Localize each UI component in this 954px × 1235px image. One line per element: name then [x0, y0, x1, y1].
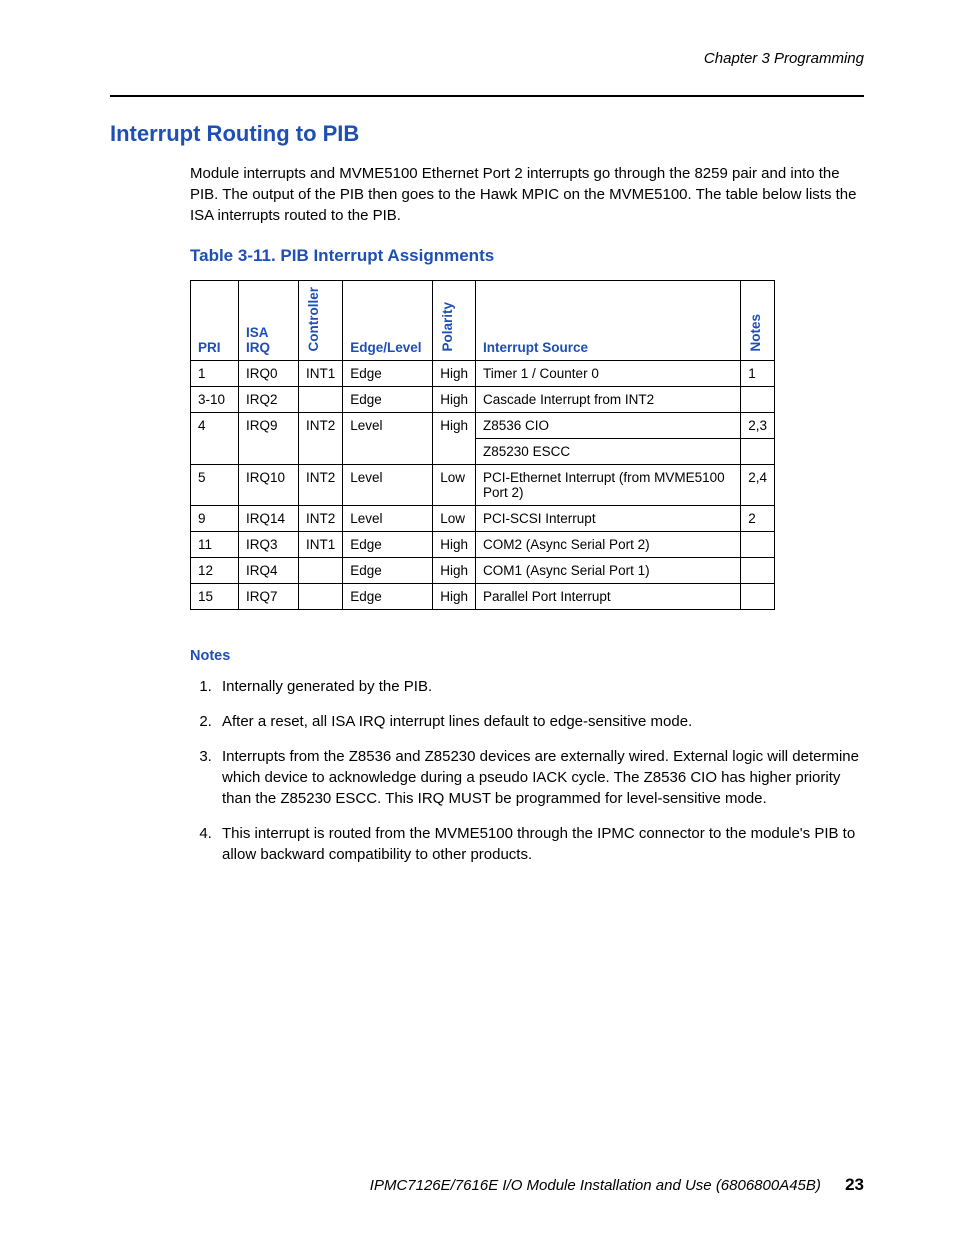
cell-src: COM1 (Async Serial Port 1): [476, 558, 741, 584]
cell-pol: High: [433, 532, 476, 558]
cell-irq: IRQ7: [239, 584, 299, 610]
cell-src: Timer 1 / Counter 0: [476, 361, 741, 387]
cell-ctrl: INT2: [299, 506, 343, 532]
table-row: 1 IRQ0 INT1 Edge High Timer 1 / Counter …: [191, 361, 775, 387]
cell-ctrl: [299, 558, 343, 584]
table-row: 9 IRQ14 INT2 Level Low PCI-SCSI Interrup…: [191, 506, 775, 532]
cell-notes: [741, 558, 775, 584]
notes-heading: Notes: [190, 648, 864, 664]
col-header-controller: Controller: [299, 281, 343, 361]
table-header-row: PRI ISA IRQ Controller Edge/Level Polari…: [191, 281, 775, 361]
cell-notes: [741, 439, 775, 465]
table-title: Table 3-11. PIB Interrupt Assignments: [190, 246, 864, 266]
cell-ctrl: [299, 584, 343, 610]
cell-pol: High: [433, 387, 476, 413]
cell-pol: Low: [433, 506, 476, 532]
cell-pri: 3-10: [191, 387, 239, 413]
cell-src: Z8536 CIO: [476, 413, 741, 439]
cell-src: Z85230 ESCC: [476, 439, 741, 465]
col-header-edge: Edge/Level: [343, 281, 433, 361]
cell-ctrl: INT2: [299, 413, 343, 465]
page-number: 23: [845, 1175, 864, 1194]
col-header-source: Interrupt Source: [476, 281, 741, 361]
section-title: Interrupt Routing to PIB: [110, 121, 864, 147]
page-footer: IPMC7126E/7616E I/O Module Installation …: [110, 1175, 864, 1195]
cell-irq: IRQ0: [239, 361, 299, 387]
cell-src: PCI-Ethernet Interrupt (from MVME5100 Po…: [476, 465, 741, 506]
cell-pol: High: [433, 584, 476, 610]
cell-notes: 1: [741, 361, 775, 387]
col-header-controller-text: Controller: [306, 287, 321, 352]
notes-list: Internally generated by the PIB. After a…: [190, 676, 864, 865]
cell-pri: 1: [191, 361, 239, 387]
table-body: 1 IRQ0 INT1 Edge High Timer 1 / Counter …: [191, 361, 775, 610]
cell-notes: [741, 532, 775, 558]
cell-notes: 2: [741, 506, 775, 532]
note-item: Interrupts from the Z8536 and Z85230 dev…: [216, 746, 864, 809]
cell-notes: [741, 387, 775, 413]
table-row: 3-10 IRQ2 Edge High Cascade Interrupt fr…: [191, 387, 775, 413]
note-item: This interrupt is routed from the MVME51…: [216, 823, 864, 865]
cell-edge: Edge: [343, 361, 433, 387]
cell-edge: Edge: [343, 387, 433, 413]
col-header-pri: PRI: [191, 281, 239, 361]
page: Chapter 3 Programming Interrupt Routing …: [0, 0, 954, 1235]
cell-pol: High: [433, 361, 476, 387]
cell-irq: IRQ3: [239, 532, 299, 558]
col-header-notes: Notes: [741, 281, 775, 361]
cell-pri: 9: [191, 506, 239, 532]
cell-pol: High: [433, 558, 476, 584]
cell-irq: IRQ4: [239, 558, 299, 584]
table-row: 11 IRQ3 INT1 Edge High COM2 (Async Seria…: [191, 532, 775, 558]
chapter-header: Chapter 3 Programming: [110, 50, 864, 73]
cell-pri: 5: [191, 465, 239, 506]
cell-irq: IRQ9: [239, 413, 299, 465]
cell-irq: IRQ2: [239, 387, 299, 413]
cell-ctrl: INT1: [299, 361, 343, 387]
cell-src: Parallel Port Interrupt: [476, 584, 741, 610]
cell-pri: 4: [191, 413, 239, 465]
table-row: 4 IRQ9 INT2 Level High Z8536 CIO 2,3: [191, 413, 775, 439]
cell-pol: High: [433, 413, 476, 465]
table-row: 5 IRQ10 INT2 Level Low PCI-Ethernet Inte…: [191, 465, 775, 506]
cell-notes: [741, 584, 775, 610]
cell-pri: 11: [191, 532, 239, 558]
cell-src: Cascade Interrupt from INT2: [476, 387, 741, 413]
pib-interrupt-table: PRI ISA IRQ Controller Edge/Level Polari…: [190, 280, 775, 610]
header-rule: [110, 95, 864, 97]
cell-edge: Edge: [343, 532, 433, 558]
col-header-irq: ISA IRQ: [239, 281, 299, 361]
cell-pri: 15: [191, 584, 239, 610]
cell-edge: Level: [343, 465, 433, 506]
note-item: Internally generated by the PIB.: [216, 676, 864, 697]
col-header-notes-text: Notes: [748, 314, 763, 352]
cell-ctrl: INT2: [299, 465, 343, 506]
cell-ctrl: [299, 387, 343, 413]
cell-ctrl: INT1: [299, 532, 343, 558]
cell-src: PCI-SCSI Interrupt: [476, 506, 741, 532]
section-paragraph: Module interrupts and MVME5100 Ethernet …: [190, 163, 864, 226]
table-row: 12 IRQ4 Edge High COM1 (Async Serial Por…: [191, 558, 775, 584]
note-item: After a reset, all ISA IRQ interrupt lin…: [216, 711, 864, 732]
cell-irq: IRQ14: [239, 506, 299, 532]
table-row: 15 IRQ7 Edge High Parallel Port Interrup…: [191, 584, 775, 610]
cell-edge: Level: [343, 413, 433, 465]
cell-pol: Low: [433, 465, 476, 506]
col-header-polarity: Polarity: [433, 281, 476, 361]
cell-irq: IRQ10: [239, 465, 299, 506]
col-header-polarity-text: Polarity: [440, 302, 455, 352]
cell-pri: 12: [191, 558, 239, 584]
cell-edge: Level: [343, 506, 433, 532]
cell-notes: 2,4: [741, 465, 775, 506]
cell-edge: Edge: [343, 584, 433, 610]
footer-doc-title: IPMC7126E/7616E I/O Module Installation …: [370, 1177, 821, 1194]
cell-notes: 2,3: [741, 413, 775, 439]
cell-edge: Edge: [343, 558, 433, 584]
cell-src: COM2 (Async Serial Port 2): [476, 532, 741, 558]
